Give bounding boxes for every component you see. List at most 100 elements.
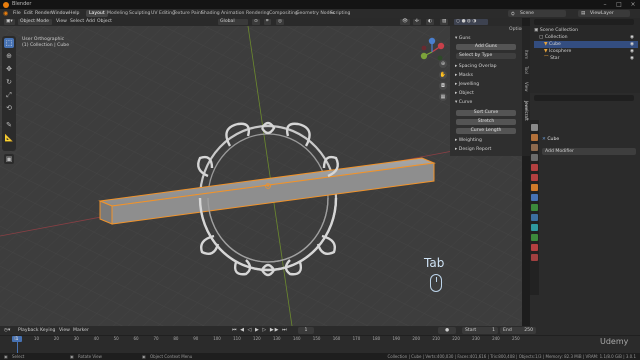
panel-object-label: Object [458, 91, 474, 96]
select-box-icon[interactable]: ⬚ [4, 38, 14, 48]
add-modifier-dropdown[interactable]: Add Modifier [542, 148, 636, 155]
visibility-eye-icon[interactable]: ◉ [630, 41, 634, 48]
mode-dropdown[interactable]: Object Mode [18, 19, 52, 25]
outliner-collection[interactable]: ▢ Collection ◉ [534, 34, 638, 41]
object-tab-icon[interactable] [531, 184, 538, 191]
annotate-icon[interactable]: ✎ [4, 120, 14, 130]
panel-jewelling[interactable]: ▸ Jewelling [455, 81, 479, 88]
particles-tab-icon[interactable] [531, 204, 538, 211]
grid-view-icon[interactable]: ▦ [439, 93, 447, 101]
start-frame-field[interactable]: Start 1 [462, 327, 498, 334]
orientation-dropdown[interactable]: Global [218, 19, 248, 25]
snap-icon[interactable]: ⌗ [264, 19, 271, 25]
outliner-scene-collection[interactable]: ▣ Scene Collection [534, 27, 638, 34]
current-frame-field[interactable]: 1 [298, 327, 314, 334]
editor-type-icon[interactable]: ▣▾ [4, 19, 15, 25]
menu-file[interactable]: File [13, 11, 21, 16]
visibility-icon[interactable]: 👁 [400, 19, 410, 25]
move-icon[interactable]: ✥ [4, 64, 14, 74]
tab-tool[interactable]: Tool [523, 66, 529, 74]
tool-tab-icon[interactable] [531, 124, 538, 131]
playback-controls[interactable]: ⏮ ◀ ◁ ▶ ▷ ▶▶ ⏭ [232, 327, 292, 334]
pivot-icon[interactable]: ⊙ [252, 19, 260, 25]
menu-render[interactable]: Render [35, 11, 51, 16]
constraints-tab-icon[interactable] [531, 224, 538, 231]
material-tab-icon[interactable] [531, 244, 538, 251]
menu-view[interactable]: View [56, 19, 67, 24]
panel-weighting[interactable]: ▸ Weighting [455, 137, 482, 144]
pan-hand-icon[interactable]: ✋ [439, 71, 447, 79]
menu-window[interactable]: Window [51, 11, 69, 16]
physics-tab-icon[interactable] [531, 214, 538, 221]
add-guns-button[interactable]: Add Guns [456, 44, 516, 50]
measure-icon[interactable]: 📐 [4, 133, 14, 143]
menu-playback[interactable]: Playback [18, 328, 39, 333]
scene-selector[interactable]: ⛭ Scene [508, 10, 566, 17]
panel-design-report[interactable]: ▸ Design Report [455, 146, 491, 153]
gizmo-icon[interactable]: ✣ [413, 19, 421, 25]
auto-key-toggle[interactable]: ● [438, 327, 456, 334]
camera-icon[interactable]: ◘ [439, 82, 447, 90]
overlays-icon[interactable]: ◐ [426, 19, 435, 25]
menu-select[interactable]: Select [70, 19, 84, 24]
minimize-icon[interactable]: – [598, 0, 612, 9]
panel-guns-header[interactable]: ▾ Guns [455, 35, 471, 42]
properties-search-input[interactable] [534, 95, 634, 101]
visibility-eye-icon[interactable]: ◉ [630, 34, 634, 41]
blender-menu-icon[interactable]: ◉ [3, 10, 8, 17]
visibility-eye-icon[interactable]: ◉ [630, 48, 634, 55]
timeline-tick: 40 [93, 336, 99, 341]
panel-masks[interactable]: ▸ Masks [455, 72, 473, 79]
sort-curve-button[interactable]: Sort Curve [456, 110, 516, 116]
outliner-search-input[interactable] [534, 19, 634, 25]
tab-scripting[interactable]: Scripting [327, 10, 353, 17]
sidebar-tabs: Item Tool View Jewelcraft [522, 26, 530, 156]
render-tab-icon[interactable] [531, 134, 538, 141]
visibility-eye-icon[interactable]: ◉ [630, 55, 634, 62]
menu-help[interactable]: Help [69, 11, 79, 16]
modifier-tab-icon[interactable] [531, 194, 538, 201]
world-tab-icon[interactable] [531, 174, 538, 181]
cursor-icon[interactable]: ⊕ [4, 51, 14, 61]
mesh-icon: ▼ [544, 49, 548, 54]
tab-view[interactable]: View [523, 82, 529, 92]
curve-length-button[interactable]: Curve Length [456, 128, 516, 134]
xray-icon[interactable]: ▧ [440, 19, 449, 25]
output-tab-icon[interactable] [531, 144, 538, 151]
tab-item[interactable]: Item [523, 50, 529, 59]
proportional-edit-icon[interactable]: ◎ [276, 19, 285, 25]
menu-add[interactable]: Add [86, 19, 95, 24]
scene-name: Scene [520, 11, 535, 16]
scene-tab-icon[interactable] [531, 164, 538, 171]
timeline-editor-icon[interactable]: ◷▾ [4, 328, 10, 333]
texture-tab-icon[interactable] [531, 254, 538, 261]
view-layer-selector[interactable]: ▤ ViewLayer [578, 10, 630, 17]
outliner-cube[interactable]: ▼ Cube ◉ [534, 41, 638, 48]
view-layer-tab-icon[interactable] [531, 154, 538, 161]
end-frame-field[interactable]: End 250 [500, 327, 536, 334]
menu-keying[interactable]: Keying [40, 328, 55, 333]
outliner-icosphere[interactable]: ▼ Icosphere ◉ [534, 48, 638, 55]
maximize-icon[interactable]: □ [612, 0, 626, 9]
menu-timeline-view[interactable]: View [59, 328, 70, 333]
data-tab-icon[interactable] [531, 234, 538, 241]
add-cube-icon[interactable]: ▣ [4, 154, 14, 164]
menu-marker[interactable]: Marker [73, 328, 89, 333]
tab-jewelcraft[interactable]: Jewelcraft [523, 101, 529, 121]
menu-object[interactable]: Object [97, 19, 112, 24]
rotate-icon[interactable]: ↻ [4, 77, 14, 87]
select-by-type-dropdown[interactable]: Select by Type [456, 53, 516, 59]
mouse-wheel [435, 277, 437, 282]
scale-icon[interactable]: ⤢ [4, 90, 14, 100]
zoom-icon[interactable]: ⊕ [439, 60, 447, 68]
outliner-star[interactable]: ⌒ Star ◉ [534, 55, 638, 62]
panel-spacing-overlap[interactable]: ▸ Spacing Overlap [455, 63, 497, 70]
transform-icon[interactable]: ⟲ [4, 103, 14, 113]
stretch-button[interactable]: Stretch [456, 119, 516, 125]
close-icon[interactable]: × [626, 0, 640, 9]
shading-modes[interactable]: ○ ● ◍ ◑ [454, 19, 488, 25]
menu-edit[interactable]: Edit [24, 11, 33, 16]
collection-icon: ▢ [539, 35, 544, 40]
panel-object[interactable]: ▸ Object [455, 90, 474, 97]
panel-curve[interactable]: ▾ Curve [455, 99, 472, 106]
